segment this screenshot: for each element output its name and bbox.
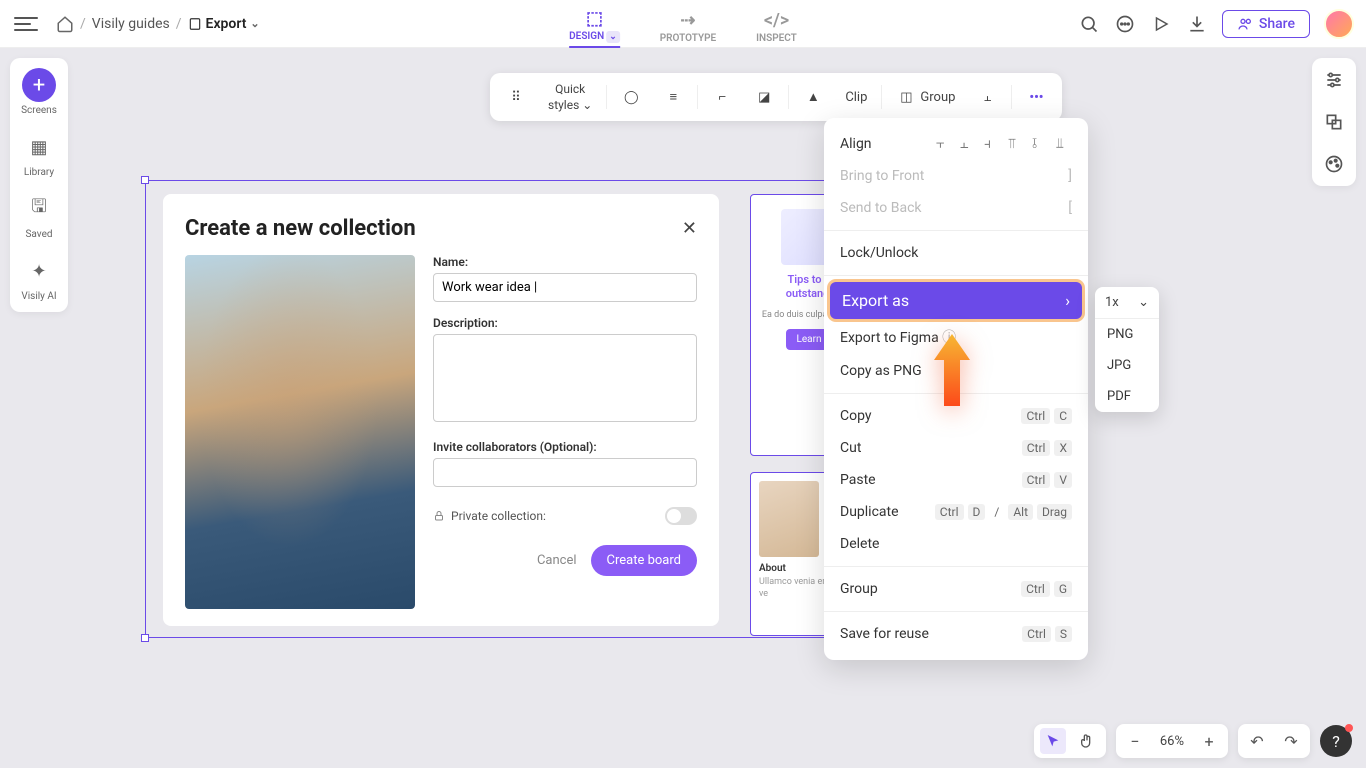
context-menu: Align ⫟ ⫠ ⫞ ⫪ ⫱ ⫫ Bring to Front] Send t… (824, 118, 1088, 660)
export-pdf[interactable]: PDF (1095, 381, 1159, 412)
private-label: Private collection: (451, 509, 546, 523)
search-icon[interactable] (1078, 13, 1100, 35)
export-submenu: 1x⌄ PNG JPG PDF (1095, 287, 1159, 412)
redo-button[interactable]: ↷ (1278, 728, 1304, 754)
close-icon[interactable]: ✕ (682, 218, 697, 239)
description-label: Description: (433, 316, 697, 330)
align-right-icon[interactable]: ⫞ (984, 136, 1000, 152)
cancel-button[interactable]: Cancel (537, 553, 577, 568)
private-toggle[interactable] (665, 507, 697, 525)
align-tool-icon[interactable]: ⫠ (969, 83, 1005, 111)
quick-styles-button[interactable]: Quickstyles ⌄ (540, 79, 600, 115)
chevron-down-icon: ⌄ (250, 17, 259, 30)
breadcrumb-separator: / (80, 16, 86, 32)
menu-paste[interactable]: PasteCtrlV (824, 464, 1088, 496)
export-png[interactable]: PNG (1095, 319, 1159, 350)
menu-send-back[interactable]: Send to Back[ (824, 192, 1088, 224)
user-avatar[interactable] (1324, 9, 1354, 39)
undo-button[interactable]: ↶ (1244, 728, 1270, 754)
collection-modal: Create a new collection ✕ Name: Descript… (163, 194, 719, 626)
chevron-down-icon[interactable]: ⌄ (606, 31, 620, 43)
modal-title: Create a new collection (185, 216, 416, 241)
menu-cut[interactable]: CutCtrlX (824, 432, 1088, 464)
align-left-icon[interactable]: ⫟ (936, 136, 952, 152)
more-icon[interactable]: ••• (1018, 83, 1054, 111)
name-input[interactable] (433, 273, 697, 302)
menu-duplicate[interactable]: DuplicateCtrlD/AltDrag (824, 496, 1088, 528)
chevron-right-icon: › (1065, 291, 1070, 310)
bottom-toolbar: − 66% + ↶ ↷ ? (1034, 724, 1352, 758)
design-icon: ⬚ (586, 8, 603, 29)
comment-icon[interactable] (1114, 13, 1136, 35)
selection-toolbar: ⠿ Quickstyles ⌄ ◯ ≡ ⌐ ◪ ▲ Clip ◫Group ⫠ … (490, 73, 1062, 121)
breadcrumb: / Visily guides / Export ⌄ (56, 15, 260, 33)
menu-copy-png[interactable]: Copy as PNG (824, 355, 1088, 387)
breadcrumb-separator: / (176, 16, 182, 32)
tab-inspect[interactable]: </> INSPECT (756, 10, 797, 48)
menu-export-figma[interactable]: Export to Figma ⓘ (824, 319, 1088, 355)
home-icon[interactable] (56, 15, 74, 33)
export-jpg[interactable]: JPG (1095, 350, 1159, 381)
border-tool-icon[interactable]: ≡ (655, 83, 691, 111)
menu-lock[interactable]: Lock/Unlock (824, 237, 1088, 269)
align-middle-icon[interactable]: ⫱ (1032, 136, 1048, 152)
breadcrumb-guides[interactable]: Visily guides (92, 16, 170, 32)
invite-input[interactable] (433, 458, 697, 487)
align-top-icon[interactable]: ⫪ (1008, 136, 1024, 152)
users-icon (1237, 16, 1253, 32)
corner-tool-icon[interactable]: ⌐ (704, 83, 740, 111)
menu-align[interactable]: Align ⫟ ⫠ ⫞ ⫪ ⫱ ⫫ (824, 128, 1088, 160)
group-icon: ◫ (896, 87, 916, 107)
menu-group[interactable]: GroupCtrlG (824, 573, 1088, 605)
menu-copy[interactable]: CopyCtrlC (824, 400, 1088, 432)
clip-button[interactable]: Clip (837, 86, 875, 109)
align-center-icon[interactable]: ⫠ (960, 136, 976, 152)
tab-design[interactable]: ⬚ DESIGN⌄ (569, 8, 620, 48)
play-icon[interactable] (1150, 13, 1172, 35)
drag-handle-icon[interactable]: ⠿ (498, 83, 534, 111)
shadow-tool-icon[interactable]: ◪ (746, 83, 782, 111)
inspect-icon: </> (764, 10, 789, 31)
menu-icon[interactable] (12, 10, 40, 38)
tab-prototype[interactable]: ⇢ PROTOTYPE (660, 10, 716, 48)
lock-icon (433, 510, 445, 522)
menu-delete[interactable]: Delete (824, 528, 1088, 560)
create-board-button[interactable]: Create board (591, 545, 697, 576)
info-icon: ⓘ (942, 330, 956, 346)
resize-handle[interactable] (141, 176, 149, 184)
zoom-in[interactable]: + (1196, 728, 1222, 754)
hand-tool[interactable] (1074, 728, 1100, 754)
align-bottom-icon[interactable]: ⫫ (1056, 136, 1072, 152)
group-button[interactable]: ◫Group (888, 83, 963, 111)
mode-tabs: ⬚ DESIGN⌄ ⇢ PROTOTYPE </> INSPECT (569, 0, 797, 48)
scale-dropdown[interactable]: 1x⌄ (1095, 287, 1159, 319)
resize-handle[interactable] (141, 634, 149, 642)
name-label: Name: (433, 255, 697, 269)
top-bar: / Visily guides / Export ⌄ ⬚ DESIGN⌄ ⇢ P… (0, 0, 1366, 48)
page-icon (188, 17, 202, 31)
circle-tool-icon[interactable]: ◯ (613, 83, 649, 111)
breadcrumb-current[interactable]: Export ⌄ (188, 16, 260, 32)
top-right-actions: Share (1078, 9, 1354, 39)
fill-tool-icon[interactable]: ▲ (795, 83, 831, 111)
menu-bring-front[interactable]: Bring to Front] (824, 160, 1088, 192)
help-button[interactable]: ? (1320, 725, 1352, 757)
about-image (759, 481, 819, 557)
description-input[interactable] (433, 334, 697, 422)
menu-export-as[interactable]: Export as › (830, 282, 1082, 319)
zoom-level[interactable]: 66% (1156, 734, 1188, 749)
zoom-out[interactable]: − (1122, 728, 1148, 754)
invite-label: Invite collaborators (Optional): (433, 440, 697, 454)
cursor-tool[interactable] (1040, 728, 1066, 754)
share-button[interactable]: Share (1222, 10, 1310, 38)
chevron-down-icon: ⌄ (1138, 295, 1149, 310)
prototype-icon: ⇢ (680, 10, 695, 31)
menu-save-reuse[interactable]: Save for reuseCtrlS (824, 618, 1088, 650)
download-icon[interactable] (1186, 13, 1208, 35)
collection-image (185, 255, 415, 609)
canvas[interactable]: Create a new collection ✕ Name: Descript… (0, 48, 1366, 768)
